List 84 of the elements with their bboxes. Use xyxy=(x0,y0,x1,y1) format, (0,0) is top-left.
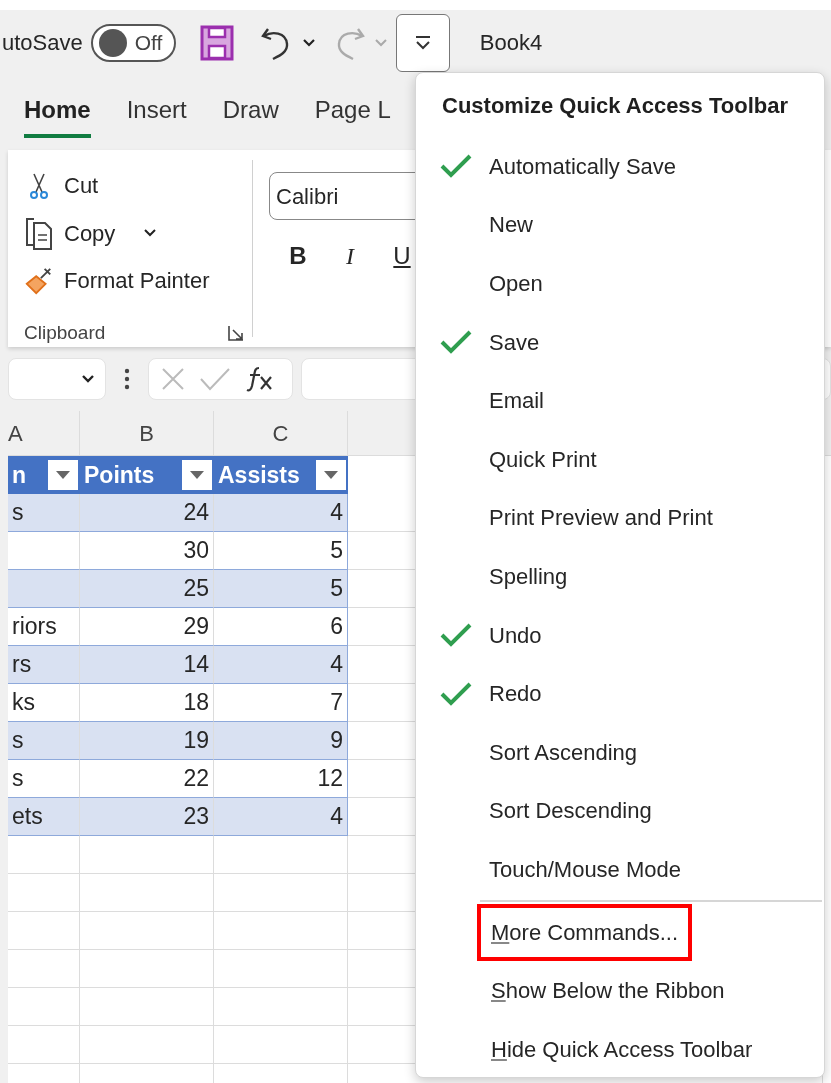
table-cell: ks xyxy=(8,684,80,722)
copy-icon xyxy=(24,215,54,252)
dropdown-icon xyxy=(414,35,431,50)
caret-icon xyxy=(56,471,70,479)
underline-button[interactable]: U xyxy=(389,238,415,274)
chevron-down-icon xyxy=(143,228,158,239)
table-cell: 29 xyxy=(80,608,214,646)
menu-item[interactable]: Spelling xyxy=(416,547,824,606)
grid-cell xyxy=(8,1026,80,1064)
table-cell: s xyxy=(8,494,80,532)
document-title: Book4 xyxy=(479,29,543,57)
menu-item[interactable]: Sort Ascending xyxy=(416,722,824,782)
table-cell: 5 xyxy=(214,532,348,570)
menu-item[interactable]: Quick Print xyxy=(416,429,824,489)
table-cell: s xyxy=(8,722,80,760)
menu-item[interactable]: Sort Descending xyxy=(416,781,824,841)
table-cell: 23 xyxy=(80,798,214,836)
grid-cell xyxy=(8,988,80,1026)
dialog-launcher-icon[interactable] xyxy=(228,324,244,341)
clipboard-command[interactable]: Format Painter xyxy=(24,257,252,305)
table-cell: riors xyxy=(8,608,80,646)
table-header-cell: Assists xyxy=(214,456,348,494)
chevron-down-icon xyxy=(81,374,95,384)
group-label: Clipboard xyxy=(24,320,106,345)
menu-item[interactable]: Hide Quick Access Toolbar xyxy=(416,1019,824,1079)
table-cell: 22 xyxy=(80,760,214,798)
table-cell: 9 xyxy=(214,722,348,760)
ribbon-tab[interactable]: Home xyxy=(24,92,91,138)
clipboard-command[interactable]: Cut xyxy=(24,162,252,210)
table-cell: 12 xyxy=(214,760,348,798)
more-options-icon[interactable] xyxy=(124,368,130,390)
column-header[interactable]: C xyxy=(272,416,289,450)
table-cell: 6 xyxy=(214,608,348,646)
menu-item[interactable]: Touch/Mouse Mode xyxy=(416,840,824,899)
table-cell: 4 xyxy=(214,646,348,684)
table-cell xyxy=(8,532,80,570)
table-cell: s xyxy=(8,760,80,798)
autosave-label: utoSave xyxy=(2,29,83,57)
caret-icon xyxy=(324,471,338,479)
filter-button[interactable] xyxy=(182,460,212,490)
table-cell: rs xyxy=(8,646,80,684)
grid-cell xyxy=(8,950,80,988)
table-header-cell: Points xyxy=(80,456,214,494)
grid-cell xyxy=(8,836,80,874)
bold-button[interactable]: B xyxy=(285,238,311,274)
clipboard-command[interactable]: Copy xyxy=(24,209,252,257)
table-cell: 7 xyxy=(214,684,348,722)
menu-title: Customize Quick Access Toolbar xyxy=(441,91,789,120)
menu-item[interactable]: Save xyxy=(416,312,824,372)
table-cell xyxy=(8,570,80,608)
table-cell: 24 xyxy=(80,494,214,532)
caret-icon xyxy=(190,471,204,479)
table-cell: 4 xyxy=(214,798,348,836)
ribbon-tab[interactable]: Page L xyxy=(314,92,391,138)
check-icon[interactable] xyxy=(199,367,231,391)
menu-item[interactable]: Email xyxy=(416,371,824,430)
customize-toolbar-button[interactable] xyxy=(395,13,450,72)
table-cell: 4 xyxy=(214,494,348,532)
table-cell: 19 xyxy=(80,722,214,760)
table-cell: 18 xyxy=(80,684,214,722)
function-icon[interactable] xyxy=(245,365,275,393)
table-cell: 25 xyxy=(80,570,214,608)
menu-item[interactable]: Show Below the Ribbon xyxy=(416,961,824,1020)
column-header[interactable]: A xyxy=(8,416,23,450)
column-header[interactable]: B xyxy=(139,416,154,450)
autosave-toggle[interactable]: Off xyxy=(90,23,176,62)
menu-item[interactable]: Print Preview and Print xyxy=(416,488,824,548)
table-cell: 5 xyxy=(214,570,348,608)
italic-button[interactable]: I xyxy=(337,238,363,274)
menu-item[interactable]: Open xyxy=(416,254,824,313)
table-cell: 14 xyxy=(80,646,214,684)
ribbon-tab[interactable]: Draw xyxy=(222,92,279,138)
chevron-down-icon[interactable] xyxy=(301,37,316,48)
menu-item[interactable]: Undo xyxy=(416,605,824,665)
table-cell: 30 xyxy=(80,532,214,570)
filter-button[interactable] xyxy=(316,460,346,490)
menu-item[interactable]: Redo xyxy=(416,664,824,723)
table-cell: ets xyxy=(8,798,80,836)
grid-cell xyxy=(8,874,80,912)
save-icon[interactable] xyxy=(199,24,234,61)
table-header-cell: n xyxy=(8,456,80,494)
grid-cell xyxy=(8,912,80,950)
filter-button[interactable] xyxy=(48,460,78,490)
ribbon-tab[interactable]: Insert xyxy=(126,92,187,138)
